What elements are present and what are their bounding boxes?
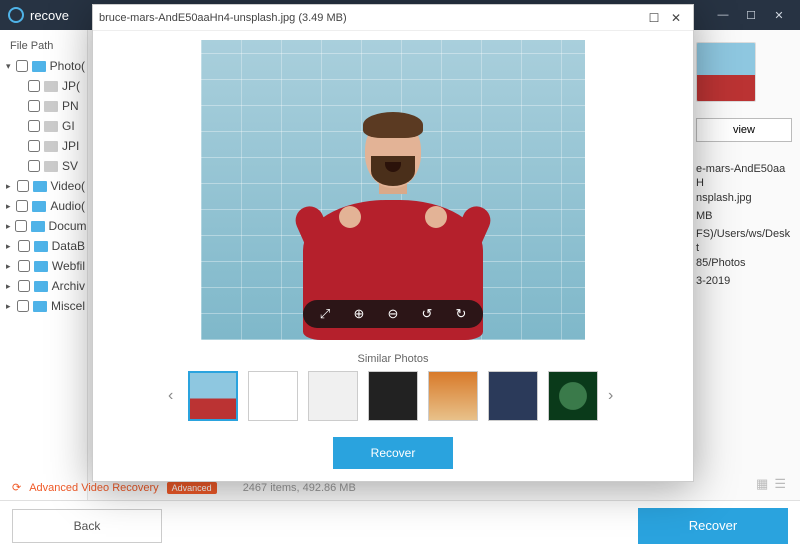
tree-checkbox[interactable] <box>28 100 40 112</box>
modal-title: bruce-mars-AndE50aaHn4-unsplash.jpg (3.4… <box>99 12 643 24</box>
thumbs-prev-icon[interactable]: ‹ <box>168 387 178 405</box>
file-icon <box>44 101 58 112</box>
fit-screen-icon[interactable]: ⤢ <box>317 306 333 322</box>
image-preview-modal: bruce-mars-AndE50aaHn4-unsplash.jpg (3.4… <box>92 4 694 482</box>
details-panel: view e-mars-AndE50aaHnsplash.jpg MB FS)/… <box>688 30 800 300</box>
folder-icon <box>34 281 48 292</box>
folder-icon <box>34 241 48 252</box>
advanced-recovery-link[interactable]: Advanced Video Recovery <box>29 482 158 494</box>
zoom-in-icon[interactable]: ⊕ <box>351 306 367 322</box>
similar-thumb[interactable] <box>248 371 298 421</box>
modal-recover-button[interactable]: Recover <box>333 437 453 469</box>
tree-checkbox[interactable] <box>28 140 40 152</box>
folder-icon <box>34 261 48 272</box>
tree-checkbox[interactable] <box>18 280 30 292</box>
similar-thumb[interactable] <box>548 371 598 421</box>
tree-item-webfiles[interactable]: ▸Webfil <box>4 256 87 276</box>
file-icon <box>44 121 58 132</box>
view-button[interactable]: view <box>696 118 792 142</box>
preview-image: ⤢ ⊕ ⊖ ↺ ↻ <box>201 40 585 340</box>
similar-thumb[interactable] <box>308 371 358 421</box>
logo-icon <box>8 7 24 23</box>
modal-body: ⤢ ⊕ ⊖ ↺ ↻ <box>93 31 693 349</box>
modal-maximize-button[interactable]: ☐ <box>643 11 665 25</box>
similar-thumb[interactable] <box>488 371 538 421</box>
tree-item-gif[interactable]: GI <box>4 116 87 136</box>
file-icon <box>44 161 58 172</box>
footer-bar: Back Recover <box>0 500 800 550</box>
list-view-icon[interactable]: ☰ <box>774 476 786 492</box>
detail-size: MB <box>696 209 792 223</box>
view-mode-toggle: ▦ ☰ <box>756 476 786 492</box>
tree-checkbox[interactable] <box>28 160 40 172</box>
file-icon <box>44 141 58 152</box>
image-toolbar: ⤢ ⊕ ⊖ ↺ ↻ <box>303 300 483 328</box>
folder-icon <box>32 61 46 72</box>
sidebar-header: File Path <box>4 36 87 56</box>
tree-item-document[interactable]: ▸Docum <box>4 216 87 236</box>
back-button[interactable]: Back <box>12 509 162 543</box>
thumbs-next-icon[interactable]: › <box>608 387 618 405</box>
close-button[interactable]: ✕ <box>766 4 792 26</box>
maximize-button[interactable]: ☐ <box>738 4 764 26</box>
folder-icon <box>32 201 46 212</box>
tree-checkbox[interactable] <box>16 200 28 212</box>
status-bar: ⟳ Advanced Video Recovery Advanced 2467 … <box>12 481 356 494</box>
tree-item-video[interactable]: ▸Video( <box>4 176 87 196</box>
tree-item-jpg[interactable]: JP( <box>4 76 87 96</box>
rotate-left-icon[interactable]: ↺ <box>419 306 435 322</box>
folder-icon <box>33 181 47 192</box>
tree-checkbox[interactable] <box>28 120 40 132</box>
minimize-button[interactable]: — <box>710 4 736 26</box>
detail-path: FS)/Users/ws/Deskt85/Photos <box>696 227 792 270</box>
tree-checkbox[interactable] <box>16 60 28 72</box>
tree-item-archive[interactable]: ▸Archiv <box>4 276 87 296</box>
tree-item-photo[interactable]: ▾Photo( <box>4 56 87 76</box>
tree-item-database[interactable]: ▸DataB <box>4 236 87 256</box>
tree-item-jpeg[interactable]: JPI <box>4 136 87 156</box>
tree-checkbox[interactable] <box>18 260 30 272</box>
file-tree-sidebar: File Path ▾Photo( JP( PN GI JPI SV ▸Vide… <box>0 30 88 500</box>
modal-close-button[interactable]: ✕ <box>665 11 687 25</box>
detail-thumbnail <box>696 42 756 102</box>
similar-thumb[interactable] <box>428 371 478 421</box>
grid-view-icon[interactable]: ▦ <box>756 476 768 492</box>
refresh-icon[interactable]: ⟳ <box>12 481 21 494</box>
tree-item-audio[interactable]: ▸Audio( <box>4 196 87 216</box>
item-count: 2467 items, 492.86 MB <box>243 482 356 494</box>
app-brand: recove <box>30 8 69 23</box>
tree-item-png[interactable]: PN <box>4 96 87 116</box>
rotate-right-icon[interactable]: ↻ <box>453 306 469 322</box>
tree-item-misc[interactable]: ▸Miscel <box>4 296 87 316</box>
advanced-badge: Advanced <box>167 482 217 494</box>
tree-checkbox[interactable] <box>28 80 40 92</box>
tree-checkbox[interactable] <box>17 180 29 192</box>
recover-button[interactable]: Recover <box>638 508 788 544</box>
folder-icon <box>31 221 45 232</box>
similar-photos-section: Similar Photos ‹ › <box>93 349 693 429</box>
tree-checkbox[interactable] <box>17 300 29 312</box>
window-controls: — ☐ ✕ <box>710 4 792 26</box>
zoom-out-icon[interactable]: ⊖ <box>385 306 401 322</box>
detail-date: 3-2019 <box>696 274 792 288</box>
similar-thumb[interactable] <box>188 371 238 421</box>
tree-checkbox[interactable] <box>15 220 27 232</box>
detail-filename: e-mars-AndE50aaHnsplash.jpg <box>696 162 792 205</box>
tree-item-svg[interactable]: SV <box>4 156 87 176</box>
similar-thumb[interactable] <box>368 371 418 421</box>
similar-photos-heading: Similar Photos <box>105 353 681 365</box>
folder-icon <box>33 301 47 312</box>
file-icon <box>44 81 58 92</box>
modal-titlebar: bruce-mars-AndE50aaHn4-unsplash.jpg (3.4… <box>93 5 693 31</box>
app-logo: recove <box>8 7 69 23</box>
tree-checkbox[interactable] <box>18 240 30 252</box>
